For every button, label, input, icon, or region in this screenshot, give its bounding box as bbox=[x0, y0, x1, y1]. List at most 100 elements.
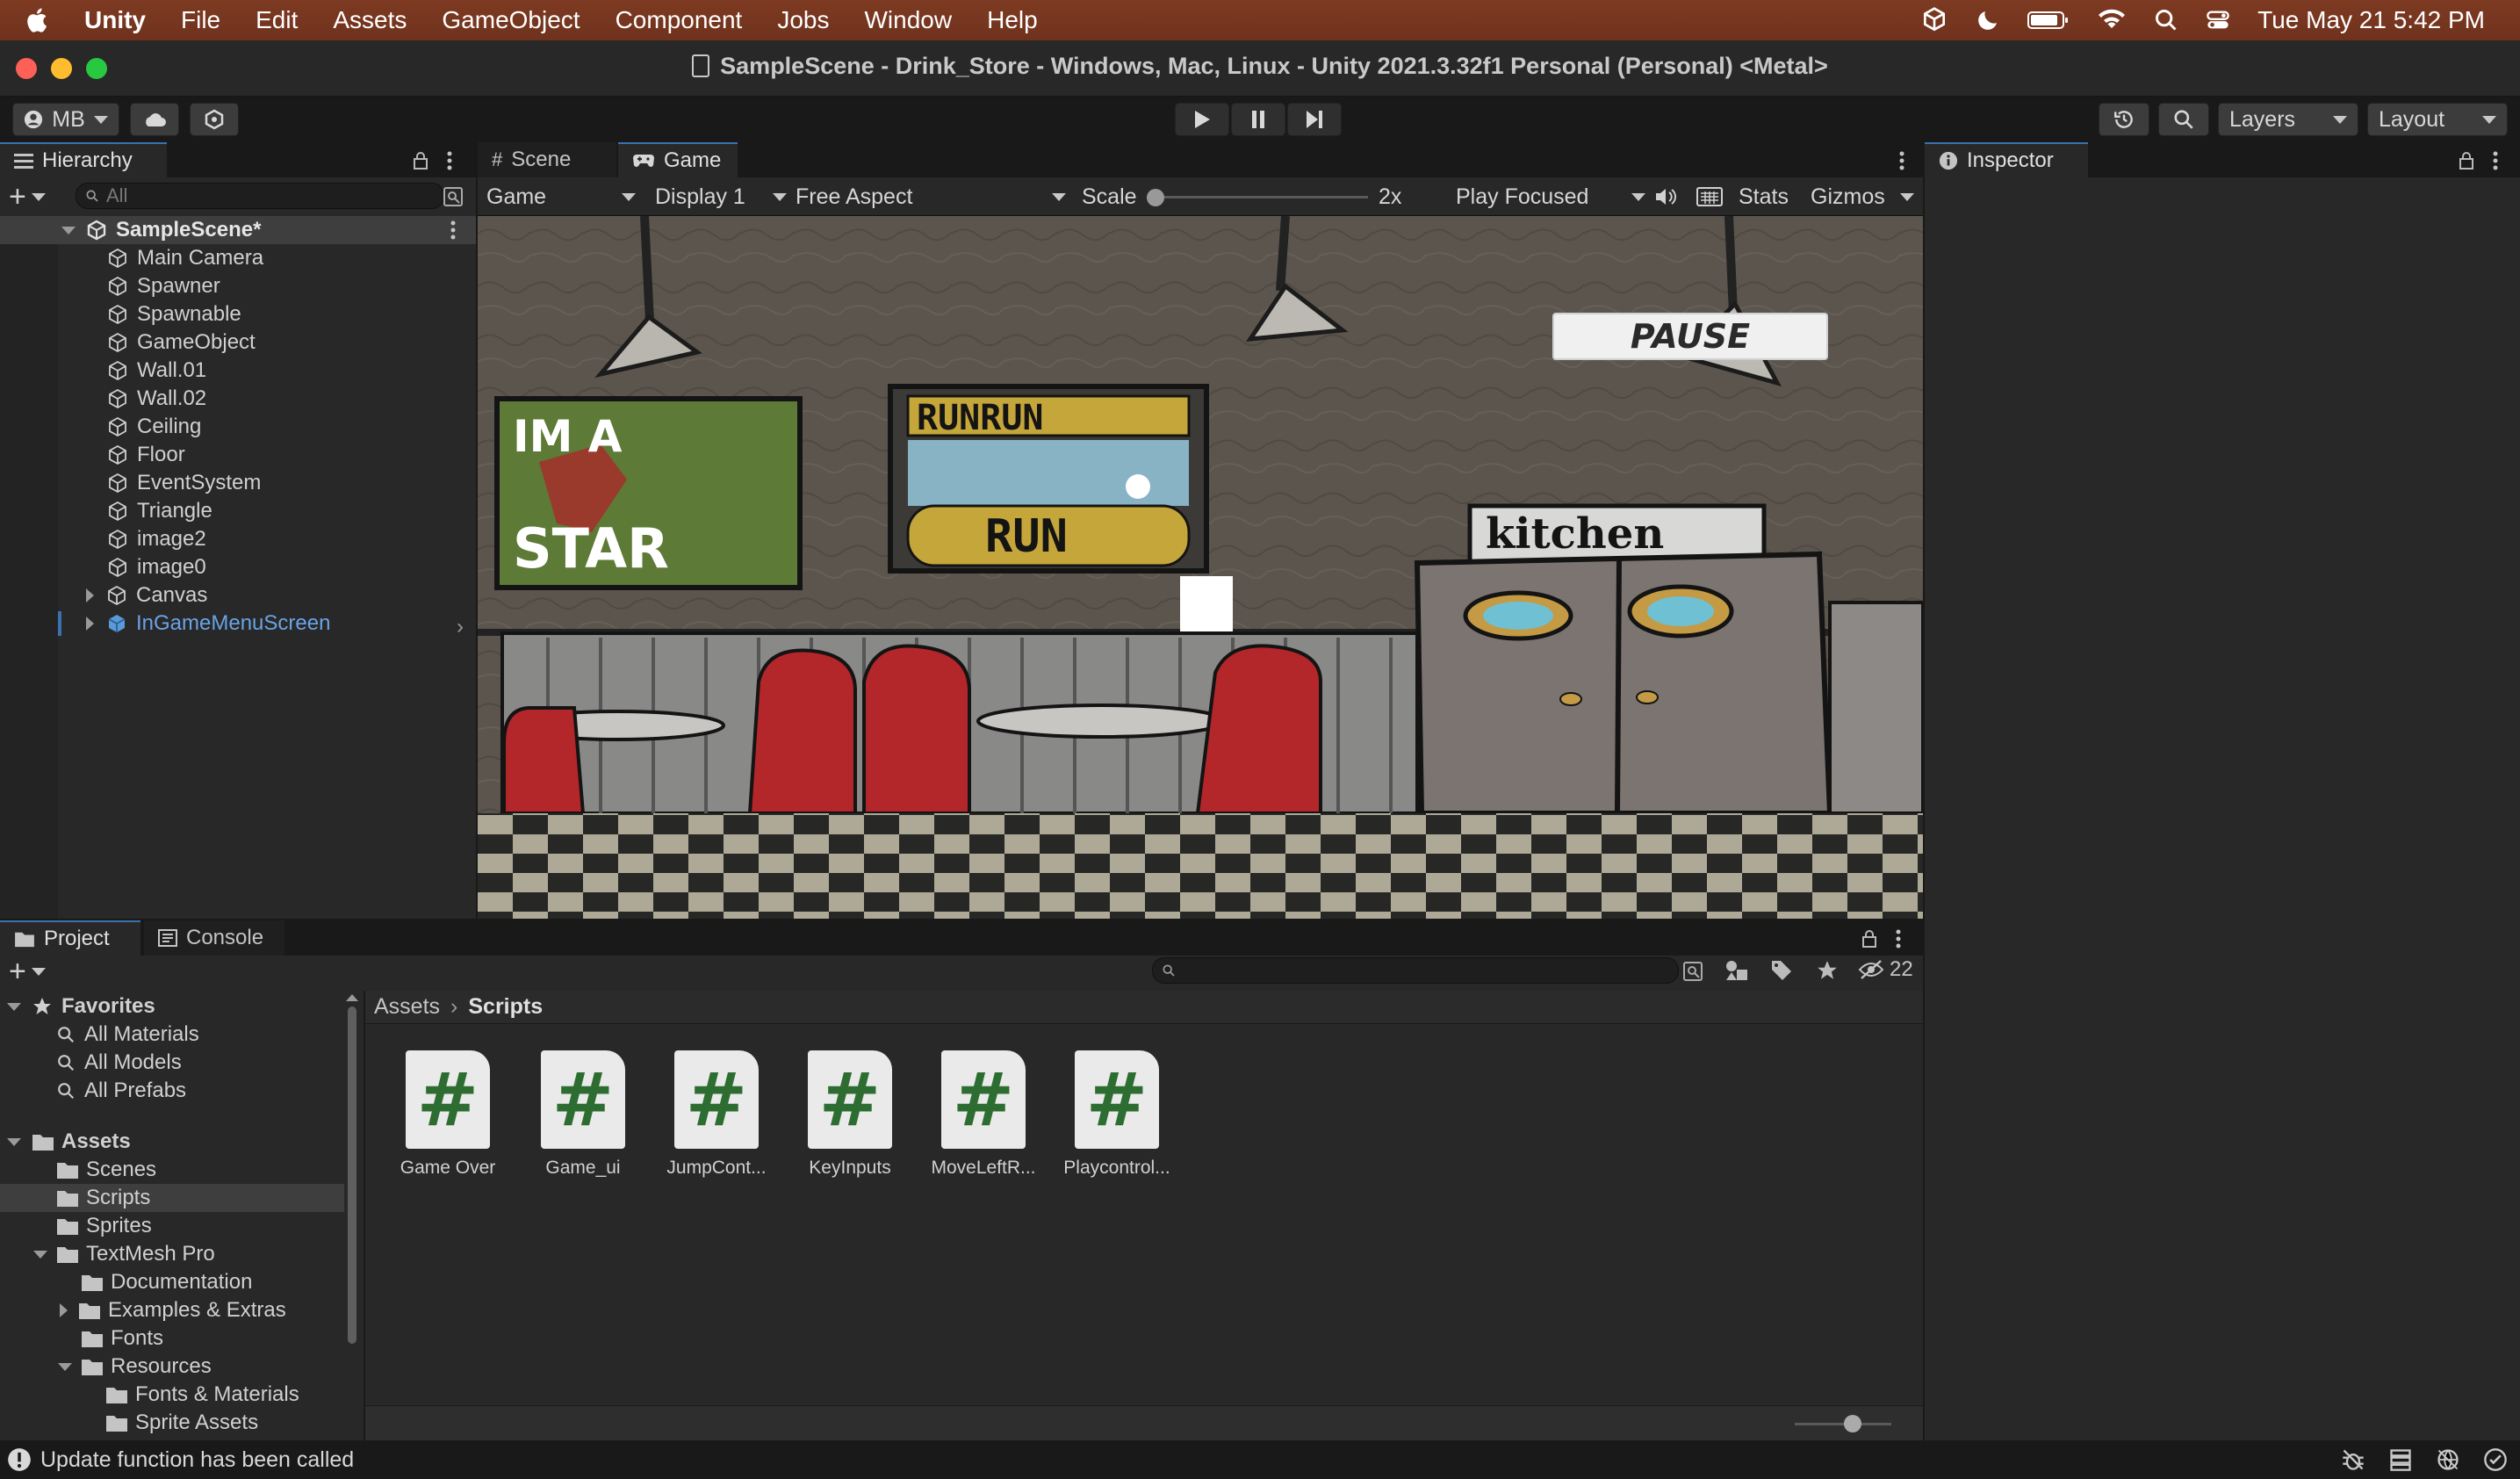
hierarchy-item-spawnable[interactable]: Spawnable bbox=[107, 300, 241, 328]
asset-game-over[interactable]: # Game Over bbox=[386, 1050, 509, 1179]
hierarchy-search-input[interactable]: All bbox=[76, 183, 444, 209]
folder-examples-extras[interactable]: Examples & Extras bbox=[60, 1296, 286, 1324]
search-filter-icon[interactable] bbox=[1682, 961, 1703, 982]
create-dropdown[interactable]: + bbox=[9, 182, 46, 212]
folder-tree-scrollbar[interactable] bbox=[346, 994, 358, 1414]
tab-game[interactable]: Game bbox=[618, 142, 738, 177]
filter-by-type-icon[interactable] bbox=[1724, 959, 1749, 982]
tab-console[interactable]: Console bbox=[144, 920, 284, 956]
chevron-right-icon[interactable]: › bbox=[457, 615, 464, 639]
battery-icon[interactable] bbox=[2027, 8, 2070, 32]
play-button[interactable] bbox=[1175, 103, 1229, 136]
kebab-menu-icon[interactable] bbox=[446, 151, 453, 170]
tab-scene[interactable]: # Scene bbox=[478, 142, 616, 177]
game-mode-dropdown[interactable]: Game bbox=[486, 184, 636, 210]
project-search-input[interactable] bbox=[1152, 957, 1679, 984]
menubar-clock[interactable]: Tue May 21 5:42 PM bbox=[2257, 6, 2485, 34]
menu-app-name[interactable]: Unity bbox=[84, 6, 146, 34]
hierarchy-item-wall-02[interactable]: Wall.02 bbox=[107, 385, 206, 413]
folder-resources[interactable]: Resources bbox=[58, 1353, 212, 1381]
display-dropdown[interactable]: Display 1 bbox=[655, 184, 787, 210]
collab-button[interactable] bbox=[190, 103, 239, 136]
folder-sprite-assets[interactable]: Sprite Assets bbox=[105, 1409, 258, 1437]
scale-slider-handle[interactable] bbox=[1147, 189, 1164, 206]
lock-icon[interactable] bbox=[413, 151, 428, 170]
play-focused-dropdown[interactable]: Play Focused bbox=[1456, 184, 1645, 210]
keyboard-icon[interactable] bbox=[1696, 186, 1723, 207]
tab-hierarchy[interactable]: Hierarchy bbox=[0, 142, 167, 177]
breadcrumb-assets[interactable]: Assets bbox=[374, 994, 440, 1020]
control-center-icon[interactable] bbox=[2205, 8, 2231, 32]
status-message[interactable]: Update function has been called bbox=[40, 1447, 354, 1473]
tab-inspector[interactable]: Inspector bbox=[1925, 142, 2088, 177]
expand-arrow-icon[interactable] bbox=[60, 1303, 68, 1317]
hierarchy-item-ingamemenuscreen[interactable]: InGameMenuScreen › bbox=[86, 610, 476, 638]
icon-size-slider-handle[interactable] bbox=[1844, 1415, 1861, 1432]
aspect-dropdown[interactable]: Free Aspect bbox=[796, 184, 1066, 210]
scale-slider-track[interactable] bbox=[1148, 196, 1368, 198]
expand-arrow-icon[interactable] bbox=[61, 226, 76, 234]
favorite-all-prefabs[interactable]: All Prefabs bbox=[56, 1077, 186, 1105]
menu-file[interactable]: File bbox=[181, 6, 220, 34]
menu-jobs[interactable]: Jobs bbox=[777, 6, 829, 34]
menu-edit[interactable]: Edit bbox=[256, 6, 298, 34]
wifi-icon[interactable] bbox=[2096, 7, 2128, 33]
cache-server-icon[interactable] bbox=[2388, 1447, 2413, 1472]
network-offline-icon[interactable] bbox=[2436, 1447, 2460, 1472]
expand-arrow-icon[interactable] bbox=[86, 588, 94, 602]
expand-arrow-icon[interactable] bbox=[86, 617, 94, 631]
stats-button[interactable]: Stats bbox=[1739, 184, 1789, 210]
lock-icon[interactable] bbox=[1861, 929, 1877, 949]
hierarchy-item-triangle[interactable]: Triangle bbox=[107, 497, 212, 525]
debug-icon[interactable] bbox=[2341, 1447, 2365, 1472]
pause-editor-button[interactable] bbox=[1231, 103, 1285, 136]
hierarchy-item-wall-01[interactable]: Wall.01 bbox=[107, 357, 206, 385]
kebab-menu-icon[interactable] bbox=[450, 220, 457, 240]
hierarchy-item-gameobject[interactable]: GameObject bbox=[107, 328, 256, 357]
layout-dropdown[interactable]: Layout bbox=[2367, 103, 2508, 136]
hierarchy-item-canvas[interactable]: Canvas bbox=[86, 581, 207, 610]
folder-fonts[interactable]: Fonts bbox=[81, 1324, 163, 1353]
menu-help[interactable]: Help bbox=[987, 6, 1038, 34]
folder-textmesh-pro[interactable]: TextMesh Pro bbox=[33, 1240, 215, 1268]
history-button[interactable] bbox=[2099, 103, 2149, 136]
spotlight-search-icon[interactable] bbox=[2154, 8, 2178, 32]
asset-jumpcont[interactable]: # JumpCont... bbox=[655, 1050, 778, 1179]
cloud-button[interactable] bbox=[130, 103, 179, 136]
scene-row-samplescene[interactable]: SampleScene* bbox=[0, 216, 476, 244]
hierarchy-item-eventsystem[interactable]: EventSystem bbox=[107, 469, 261, 497]
expand-arrow-icon[interactable] bbox=[7, 1002, 21, 1011]
gizmos-dropdown[interactable]: Gizmos bbox=[1811, 184, 1914, 210]
menu-assets[interactable]: Assets bbox=[333, 6, 407, 34]
favorites-header[interactable]: Favorites bbox=[7, 992, 155, 1021]
search-button[interactable] bbox=[2158, 103, 2209, 136]
expand-arrow-icon[interactable] bbox=[33, 1250, 47, 1259]
folder-fonts-materials[interactable]: Fonts & Materials bbox=[105, 1381, 299, 1409]
menu-gameobject[interactable]: GameObject bbox=[442, 6, 580, 34]
asset-keyinputs[interactable]: # KeyInputs bbox=[788, 1050, 911, 1179]
moon-icon[interactable] bbox=[1975, 7, 2001, 33]
kebab-menu-icon[interactable] bbox=[1895, 929, 1902, 949]
folder-sprites[interactable]: Sprites bbox=[56, 1212, 152, 1240]
hierarchy-item-floor[interactable]: Floor bbox=[107, 441, 185, 469]
layers-dropdown[interactable]: Layers bbox=[2218, 103, 2358, 136]
apple-icon[interactable] bbox=[23, 5, 53, 35]
asset-playcontrol[interactable]: # Playcontrol... bbox=[1055, 1050, 1178, 1179]
asset-game-ui[interactable]: # Game_ui bbox=[522, 1050, 644, 1179]
assets-root-folder[interactable]: Assets bbox=[7, 1128, 131, 1156]
hierarchy-item-image2[interactable]: image2 bbox=[107, 525, 206, 553]
icon-size-slider-track[interactable] bbox=[1795, 1423, 1891, 1425]
menu-component[interactable]: Component bbox=[616, 6, 743, 34]
tab-project[interactable]: Project bbox=[0, 920, 140, 956]
lock-icon[interactable] bbox=[2459, 151, 2474, 170]
game-viewport[interactable]: IM A STAR RUNRUN RUN kitchen PAUSE bbox=[478, 216, 1923, 919]
star-icon[interactable] bbox=[1816, 959, 1839, 982]
kebab-menu-icon[interactable] bbox=[2492, 151, 2499, 170]
folder-documentation[interactable]: Documentation bbox=[81, 1268, 252, 1296]
unity-hub-icon[interactable] bbox=[1920, 6, 1948, 34]
hidden-packages-toggle[interactable]: 22 bbox=[1858, 957, 1913, 982]
hierarchy-item-ceiling[interactable]: Ceiling bbox=[107, 413, 201, 441]
hierarchy-item-spawner[interactable]: Spawner bbox=[107, 272, 220, 300]
step-button[interactable] bbox=[1287, 103, 1342, 136]
in-game-pause-button[interactable]: PAUSE bbox=[1552, 313, 1828, 360]
